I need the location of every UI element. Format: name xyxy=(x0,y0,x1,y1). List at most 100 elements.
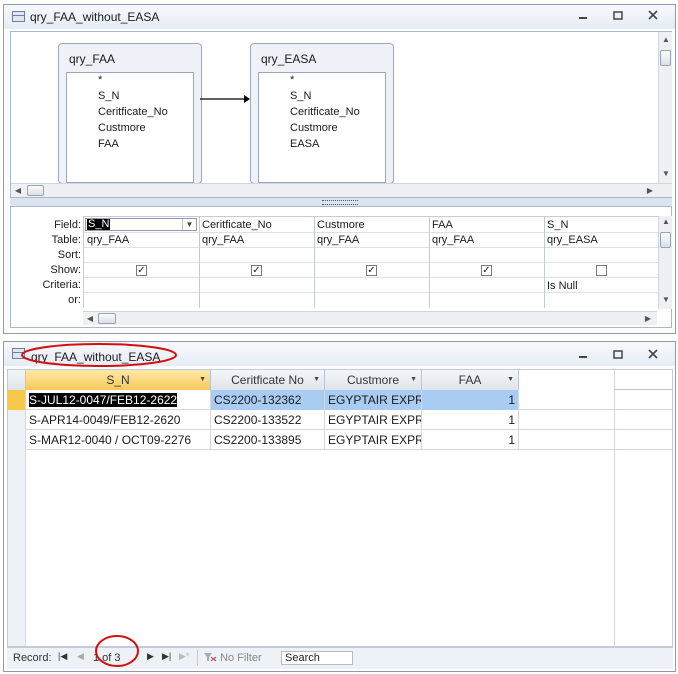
grid-vertical-scrollbar[interactable]: ▲ ▼ xyxy=(658,216,672,309)
table-pane-horizontal-scrollbar[interactable]: ◀ ▶ xyxy=(11,183,672,197)
scroll-thumb[interactable] xyxy=(660,50,671,66)
datasheet-header: S_N ▼ Ceritficate No ▼ Custmore ▼ FAA ▼ xyxy=(8,370,672,390)
grid-field-dropdown[interactable]: S_N ▼ xyxy=(85,218,197,231)
record-selector[interactable] xyxy=(8,410,26,430)
close-icon xyxy=(648,10,658,20)
cell-custmore[interactable]: EGYPTAIR EXPR xyxy=(325,410,422,430)
field-item[interactable]: S_N xyxy=(98,90,119,102)
record-selector[interactable] xyxy=(8,430,26,450)
grid-row-labels: Field: Table: Sort: Show: Criteria: or: xyxy=(11,207,81,307)
minimize-button[interactable] xyxy=(574,348,592,362)
scroll-up-icon[interactable]: ▲ xyxy=(659,35,673,44)
cell-s-n[interactable]: S-JUL12-0047/FEB12-2622 xyxy=(26,390,211,410)
grid-field-value[interactable]: Custmore xyxy=(317,219,365,231)
scroll-thumb[interactable] xyxy=(98,313,116,324)
column-header-certificate-no[interactable]: Ceritficate No ▼ xyxy=(211,370,325,390)
chevron-down-icon[interactable]: ▼ xyxy=(410,370,417,390)
field-item[interactable]: Ceritficate_No xyxy=(98,106,168,118)
table-row[interactable]: S-APR14-0049/FEB12-2620 CS2200-133522 EG… xyxy=(8,410,672,430)
field-item[interactable]: * xyxy=(98,74,102,86)
grid-criteria-value[interactable]: Is Null xyxy=(547,280,578,292)
table-pane: qry_FAA * S_N Ceritficate_No Custmore FA… xyxy=(10,31,672,198)
label-field: Field: xyxy=(54,219,81,231)
chevron-down-icon[interactable]: ▼ xyxy=(313,370,320,390)
chevron-down-icon[interactable]: ▼ xyxy=(199,370,206,390)
grid-table-value[interactable]: qry_FAA xyxy=(87,234,129,246)
table-box-qry-faa[interactable]: qry_FAA * S_N Ceritficate_No Custmore FA… xyxy=(58,43,202,184)
table-row[interactable]: S-JUL12-0047/FEB12-2622 CS2200-132362 EG… xyxy=(8,390,672,410)
field-item[interactable]: EASA xyxy=(290,138,319,150)
show-checkbox[interactable] xyxy=(596,265,607,276)
grid-table-value[interactable]: qry_FAA xyxy=(317,234,359,246)
search-box[interactable]: Search xyxy=(281,651,353,665)
close-button[interactable] xyxy=(644,348,662,362)
no-filter-button[interactable]: No Filter xyxy=(203,652,262,664)
column-header-s-n[interactable]: S_N ▼ xyxy=(26,370,211,390)
field-item[interactable]: S_N xyxy=(290,90,311,102)
grid-horizontal-scrollbar[interactable]: ◀ ▶ xyxy=(83,311,657,325)
pane-splitter[interactable] xyxy=(10,198,672,206)
grid-field-value[interactable]: FAA xyxy=(432,219,453,231)
show-checkbox[interactable]: ✓ xyxy=(366,265,377,276)
cell-s-n[interactable]: S-MAR12-0040 / OCT09-2276 xyxy=(26,430,211,450)
select-all-corner[interactable] xyxy=(8,370,26,390)
field-item[interactable]: Custmore xyxy=(98,122,146,134)
record-selector[interactable] xyxy=(8,390,26,410)
table-pane-vertical-scrollbar[interactable]: ▲ ▼ xyxy=(658,32,672,183)
scroll-left-icon[interactable]: ◀ xyxy=(83,314,97,323)
query-icon xyxy=(12,11,25,22)
field-item[interactable]: * xyxy=(290,74,294,86)
scroll-up-icon[interactable]: ▲ xyxy=(659,217,673,226)
field-item[interactable]: FAA xyxy=(98,138,119,150)
show-checkbox[interactable]: ✓ xyxy=(251,265,262,276)
field-list: * S_N Ceritficate_No Custmore EASA xyxy=(258,72,386,183)
show-checkbox[interactable]: ✓ xyxy=(481,265,492,276)
table-box-qry-easa[interactable]: qry_EASA * S_N Ceritficate_No Custmore E… xyxy=(250,43,394,184)
scroll-down-icon[interactable]: ▼ xyxy=(659,169,673,178)
minimize-button[interactable] xyxy=(574,9,592,23)
table-row[interactable]: S-MAR12-0040 / OCT09-2276 CS2200-133895 … xyxy=(8,430,672,450)
scroll-down-icon[interactable]: ▼ xyxy=(659,295,673,304)
cell-certificate-no[interactable]: CS2200-133895 xyxy=(211,430,325,450)
cell-s-n[interactable]: S-APR14-0049/FEB12-2620 xyxy=(26,410,211,430)
cell-faa[interactable]: 1 xyxy=(422,430,519,450)
empty-column-line xyxy=(614,370,615,646)
scroll-right-icon[interactable]: ▶ xyxy=(643,186,657,195)
column-header-custmore[interactable]: Custmore ▼ xyxy=(325,370,422,390)
search-placeholder: Search xyxy=(285,652,320,664)
last-record-icon[interactable]: ▶| xyxy=(162,651,171,662)
field-item[interactable]: Ceritficate_No xyxy=(290,106,360,118)
close-button[interactable] xyxy=(644,9,662,23)
column-header-faa[interactable]: FAA ▼ xyxy=(422,370,519,390)
scroll-thumb[interactable] xyxy=(660,232,671,248)
show-checkbox[interactable]: ✓ xyxy=(136,265,147,276)
new-record-icon[interactable]: ▶* xyxy=(179,651,189,662)
cell-certificate-no[interactable]: CS2200-133522 xyxy=(211,410,325,430)
datasheet-window: qry_FAA_without_EASA S_N ▼ Ceritficate N… xyxy=(3,341,676,672)
grid-field-value[interactable]: Ceritficate_No xyxy=(202,219,272,231)
grid-table-value[interactable]: qry_EASA xyxy=(547,234,598,246)
restore-button[interactable] xyxy=(609,348,627,362)
cell-faa[interactable]: 1 xyxy=(422,410,519,430)
label-or: or: xyxy=(68,294,81,306)
scroll-thumb[interactable] xyxy=(27,185,44,196)
first-record-icon[interactable]: |◀ xyxy=(58,651,67,662)
grid-table-value[interactable]: qry_FAA xyxy=(432,234,474,246)
scroll-left-icon[interactable]: ◀ xyxy=(11,186,25,195)
previous-record-icon[interactable]: ◀ xyxy=(77,651,84,662)
design-grid-pane: Field: Table: Sort: Show: Criteria: or: … xyxy=(10,206,672,328)
cell-custmore[interactable]: EGYPTAIR EXPR xyxy=(325,390,422,410)
grid-field-value[interactable]: S_N xyxy=(547,219,568,231)
next-record-icon[interactable]: ▶ xyxy=(147,651,154,662)
close-icon xyxy=(648,349,658,359)
chevron-down-icon[interactable]: ▼ xyxy=(182,219,196,230)
datasheet-body: S_N ▼ Ceritficate No ▼ Custmore ▼ FAA ▼ … xyxy=(7,369,673,647)
grid-table-value[interactable]: qry_FAA xyxy=(202,234,244,246)
scroll-right-icon[interactable]: ▶ xyxy=(641,314,655,323)
restore-button[interactable] xyxy=(609,9,627,23)
field-item[interactable]: Custmore xyxy=(290,122,338,134)
cell-certificate-no[interactable]: CS2200-132362 xyxy=(211,390,325,410)
cell-custmore[interactable]: EGYPTAIR EXPR xyxy=(325,430,422,450)
chevron-down-icon[interactable]: ▼ xyxy=(507,370,514,390)
cell-faa[interactable]: 1 xyxy=(422,390,519,410)
